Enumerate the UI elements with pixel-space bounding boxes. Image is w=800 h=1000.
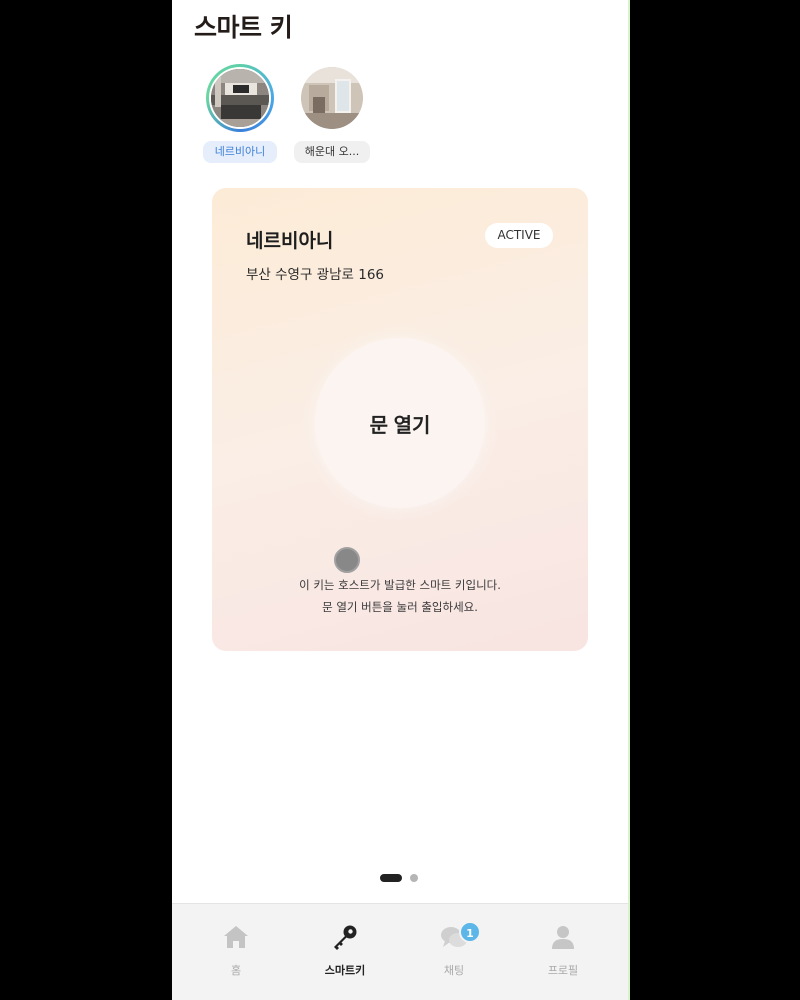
profile-icon [552,926,574,949]
page-indicator [172,873,628,883]
screen-edge [628,0,630,1000]
smart-key-card: 네르비아니 ACTIVE 부산 수영구 광남로 166 문 열기 이 키는 호스… [212,188,588,651]
room-photo-icon [211,69,269,127]
tab-chat[interactable]: 1 채팅 [397,904,511,1000]
smart-key-screen: 스마트 키 네르비아니 해운대 오... 네르비아니 ACTIVE 부산 수영구… [172,0,628,1000]
tab-label: 채팅 [443,964,465,977]
card-address: 부산 수영구 광남로 166 [246,267,385,283]
status-badge: ACTIVE [485,223,553,248]
card-hint-line1: 이 키는 호스트가 발급한 스마트 키입니다. [299,578,501,592]
property-avatar [206,64,274,132]
property-label: 네르비아니 [203,141,277,163]
property-item[interactable]: 해운대 오... [292,64,372,164]
property-item-selected[interactable]: 네르비아니 [200,64,280,164]
home-icon [224,926,248,948]
tab-profile[interactable]: 프로필 [506,904,620,1000]
room-photo-icon [301,67,363,129]
page-dot-active[interactable] [380,874,402,882]
tab-label: 홈 [230,964,242,977]
chat-unread-badge: 1 [459,921,481,943]
page-title: 스마트 키 [194,13,293,42]
page-dot[interactable] [410,874,418,882]
tab-label: 스마트키 [324,964,366,977]
open-door-button[interactable]: 문 열기 [315,338,485,508]
property-avatar [301,67,363,129]
tab-smart-key[interactable]: 스마트키 [288,904,402,1000]
tab-label: 프로필 [547,964,579,977]
bottom-tab-bar: 홈 스마트키 1 채팅 프로필 [172,903,628,1000]
property-label: 해운대 오... [294,141,370,163]
key-icon [334,925,357,950]
card-hint-line2: 문 열기 버튼을 눌러 출입하세요. [322,600,478,614]
touch-indicator [334,547,360,573]
tab-home[interactable]: 홈 [179,904,293,1000]
card-property-name: 네르비아니 [246,230,334,252]
